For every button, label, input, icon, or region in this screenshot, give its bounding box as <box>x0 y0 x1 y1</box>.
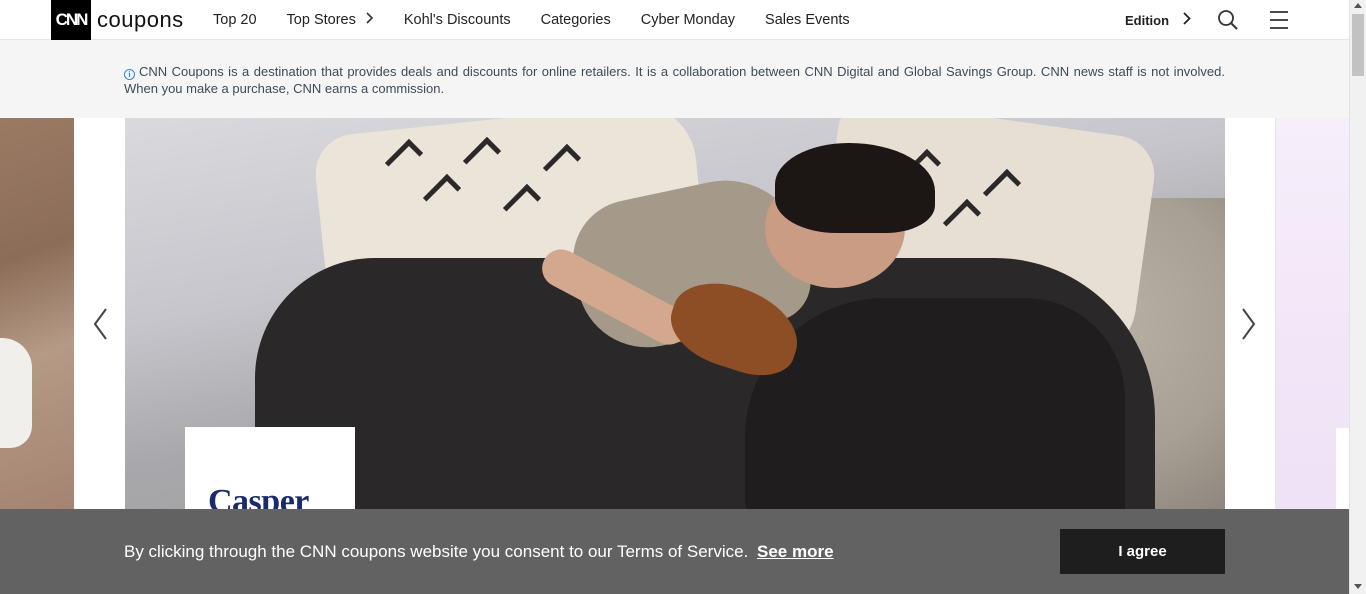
main-nav: Top 20 Top Stores Kohl's Discounts Categ… <box>213 0 880 40</box>
nav-label: Categories <box>540 12 611 28</box>
nav-kohls-discounts[interactable]: Kohl's Discounts <box>404 12 511 28</box>
scroll-down-arrow-icon[interactable] <box>1354 584 1362 589</box>
nav-label: Kohl's Discounts <box>403 12 511 28</box>
edition-selector[interactable]: Edition <box>1125 0 1191 40</box>
scroll-up-arrow-icon[interactable] <box>1354 3 1362 8</box>
carousel-next-arrow-icon[interactable] <box>1237 306 1259 342</box>
consent-message: By clicking through the CNN coupons webs… <box>124 542 834 562</box>
brand-logo-text: Casper <box>208 483 309 509</box>
cnn-coupons-logo[interactable]: CNN coupons <box>51 0 184 40</box>
nav-label: Top 20 <box>213 12 257 28</box>
agree-button[interactable]: I agree <box>1060 529 1225 574</box>
edition-label: Edition <box>1125 12 1170 28</box>
nav-top-stores[interactable]: Top Stores <box>287 11 374 29</box>
nav-label: Sales Events <box>765 12 850 28</box>
brand-logo-card[interactable]: Casper <box>185 427 355 509</box>
disclaimer-paragraph: i CNN Coupons is a destination that provi… <box>124 63 1225 97</box>
affiliate-disclaimer: i CNN Coupons is a destination that provi… <box>0 40 1349 118</box>
previous-slide-peek[interactable] <box>0 118 74 509</box>
consent-text: By clicking through the CNN coupons webs… <box>124 542 749 561</box>
disclaimer-text: CNN Coupons is a destination that provid… <box>124 64 1225 96</box>
carousel-prev-arrow-icon[interactable] <box>90 306 112 342</box>
hamburger-menu-icon[interactable] <box>1268 9 1290 31</box>
see-more-link[interactable]: See more <box>757 542 834 561</box>
hero-slide-image[interactable]: Casper <box>125 118 1225 509</box>
info-icon: i <box>124 69 135 80</box>
nav-label: Top Stores <box>286 12 356 28</box>
cnn-logo-mark: CNN <box>51 0 91 40</box>
search-icon[interactable] <box>1216 9 1240 31</box>
shoe-image <box>0 338 32 448</box>
site-header: CNN coupons Top 20 Top Stores Kohl's Dis… <box>0 0 1349 40</box>
nav-label: Cyber Monday <box>640 12 736 28</box>
nav-cyber-monday[interactable]: Cyber Monday <box>641 12 735 28</box>
nav-top-20[interactable]: Top 20 <box>213 12 257 28</box>
cookie-consent-bar: By clicking through the CNN coupons webs… <box>0 509 1349 594</box>
scrollbar-thumb[interactable] <box>1352 14 1364 76</box>
logo-wordmark: coupons <box>97 7 184 32</box>
page-scrollbar[interactable] <box>1349 0 1366 594</box>
chevron-right-icon <box>1183 12 1191 28</box>
next-slide-peek[interactable] <box>1275 118 1349 509</box>
nav-categories[interactable]: Categories <box>541 12 611 28</box>
chevron-right-icon <box>366 11 374 29</box>
nav-sales-events[interactable]: Sales Events <box>765 12 850 28</box>
